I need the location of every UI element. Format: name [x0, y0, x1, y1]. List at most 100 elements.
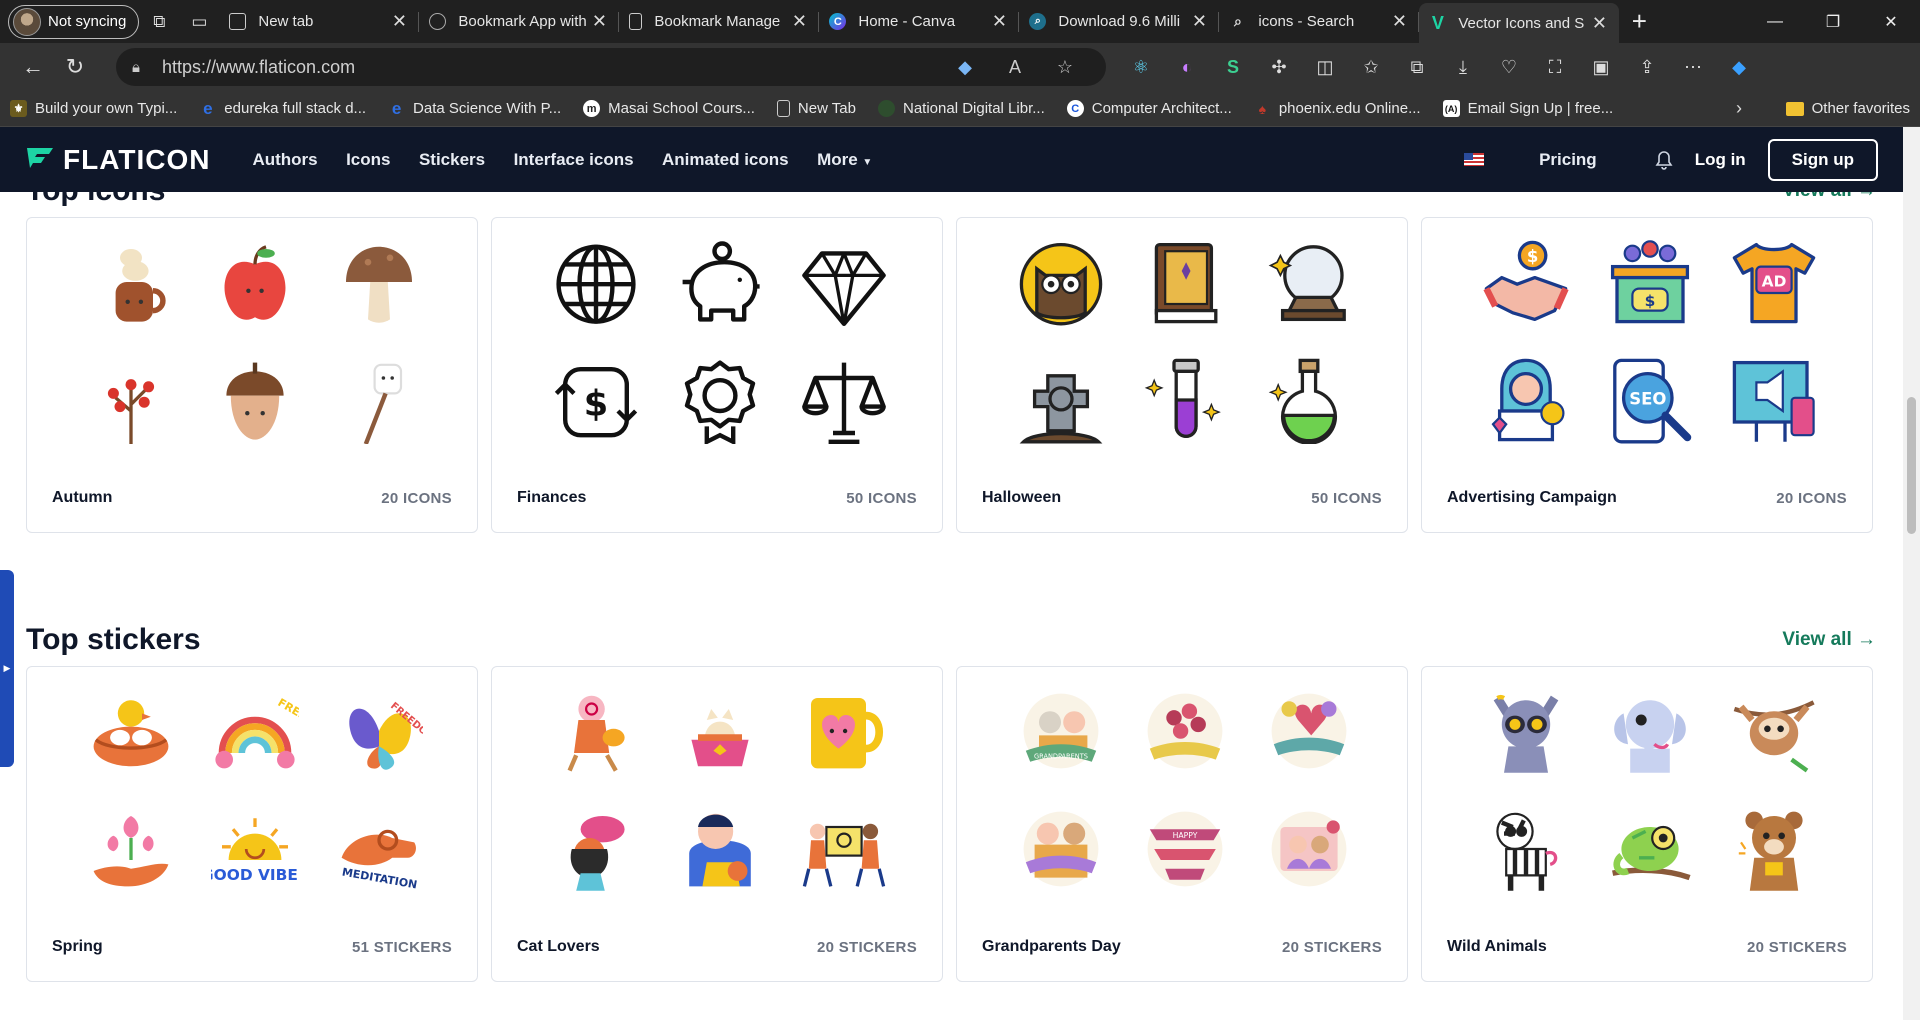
bookmark-item[interactable]: ♠ phoenix.edu Online...	[1254, 100, 1421, 117]
ndl-icon	[878, 100, 895, 117]
bookmark-item[interactable]: m Masai School Cours...	[583, 100, 755, 117]
close-window-icon[interactable]: ✕	[1862, 0, 1920, 43]
profile-button[interactable]: Not syncing	[8, 4, 140, 39]
bookmark-item[interactable]: New Tab	[776, 100, 856, 117]
nav-interface-icons[interactable]: Interface icons	[514, 150, 634, 169]
site-header: FLATICON Authors Icons Stickers Interfac…	[0, 127, 1903, 192]
favorite-star-icon[interactable]: ☆	[1040, 57, 1090, 78]
sticker-card-spring[interactable]: FRESH FREEDOM GOOD VIBES MEDITATION Spring 51…	[26, 666, 478, 982]
tab-icons-search[interactable]: ⌕ icons - Search ✕	[1219, 4, 1420, 40]
copilot-icon[interactable]: ◆	[1716, 48, 1762, 86]
bookmark-item[interactable]: e edureka full stack d...	[199, 99, 366, 118]
close-icon[interactable]: ✕	[1589, 13, 1609, 34]
scrollbar-thumb[interactable]	[1907, 397, 1916, 534]
tab-title: Vector Icons and S	[1458, 14, 1585, 32]
workspaces-icon[interactable]: ⧉	[139, 4, 179, 40]
login-link[interactable]: Log in	[1695, 150, 1746, 170]
profile-label: Not syncing	[48, 13, 127, 30]
extension-s-icon[interactable]: S	[1210, 48, 1256, 86]
extensions-icon[interactable]: ✣	[1256, 48, 1302, 86]
sticker-preview-grid	[1464, 687, 1834, 893]
bookmark-item[interactable]: e Data Science With P...	[388, 99, 561, 118]
bookmark-label: New Tab	[797, 100, 856, 117]
tab-title: icons - Search	[1258, 13, 1355, 30]
close-icon[interactable]: ✕	[389, 11, 409, 32]
signup-button[interactable]: Sign up	[1767, 138, 1878, 181]
refresh-icon[interactable]: ↻	[54, 48, 96, 86]
new-tab-icon	[229, 13, 247, 30]
close-icon[interactable]: ✕	[589, 11, 609, 32]
read-aloud-icon[interactable]: A	[990, 57, 1040, 78]
favorites-icon[interactable]: ✩	[1348, 48, 1394, 86]
browser-nav-bar: ← ↻ 🔒︎ https://www.flaticon.com ◆ A ☆ ⚛ …	[0, 43, 1920, 91]
card-footer: Halloween 50 ICONS	[982, 489, 1382, 507]
family-photo-icon	[1247, 805, 1371, 893]
tab-bookmark-manager[interactable]: Bookmark Manage ✕	[619, 4, 820, 40]
sticker-card-grandparents-day[interactable]: GRANDPARENTS HAPPY Grandparents Day 20 STIC…	[956, 666, 1408, 982]
bookmark-item[interactable]: (A) Email Sign Up | free...	[1442, 100, 1613, 117]
other-favorites[interactable]: Other favorites	[1785, 100, 1910, 117]
sidebar-icon[interactable]: ▣	[1578, 48, 1624, 86]
icon-card-advertising-campaign[interactable]: $ $ AD SEO Advertising Campaign 20 ICONS	[1421, 217, 1873, 533]
split-screen-icon[interactable]: ◫	[1302, 48, 1348, 86]
pricing-link[interactable]: Pricing	[1539, 150, 1597, 170]
logo-text: FLATICON	[63, 143, 211, 175]
spell-book-icon	[1123, 238, 1247, 326]
address-bar[interactable]: 🔒︎ https://www.flaticon.com ◆ A ☆	[116, 48, 1106, 86]
marshmallow-icon	[317, 356, 441, 444]
close-icon[interactable]: ✕	[989, 11, 1009, 32]
tab-flaticon[interactable]: V Vector Icons and S ✕	[1419, 3, 1620, 43]
share-icon[interactable]: ⇪	[1624, 48, 1670, 86]
side-panel-toggle[interactable]: ▶	[0, 570, 14, 767]
tab-download[interactable]: ⌕ Download 9.6 Milli ✕	[1019, 4, 1220, 40]
lock-icon[interactable]: 🔒︎	[132, 59, 162, 76]
tab-new-tab[interactable]: New tab ✕	[219, 4, 420, 40]
minimize-icon[interactable]: —	[1746, 0, 1804, 43]
downloads-icon[interactable]: ⤓	[1440, 48, 1486, 86]
extension-purple-icon[interactable]: ◐	[1164, 48, 1210, 86]
tab-canva[interactable]: C Home - Canva ✕	[819, 4, 1020, 40]
browser-tab-bar: Not syncing ⧉ ▭ New tab ✕ Bookmark App w…	[0, 0, 1920, 43]
back-icon[interactable]: ←	[12, 48, 54, 86]
restore-icon[interactable]: ❐	[1804, 0, 1862, 43]
sticker-card-wild-animals[interactable]: Wild Animals 20 STICKERS	[1421, 666, 1873, 982]
bookmark-item[interactable]: ⚜ Build your own Typi...	[10, 100, 177, 117]
new-tab-button[interactable]: +	[1619, 6, 1659, 37]
card-footer: Cat Lovers 20 STICKERS	[517, 938, 917, 956]
bookmark-item[interactable]: National Digital Libr...	[878, 100, 1045, 117]
close-icon[interactable]: ✕	[1389, 11, 1409, 32]
potion-flask-icon	[1247, 356, 1371, 444]
more-menu-icon[interactable]: ⋯	[1670, 48, 1716, 86]
icon-card-halloween[interactable]: Halloween 50 ICONS	[956, 217, 1408, 533]
svg-text:HAPPY: HAPPY	[1173, 831, 1198, 840]
screenshot-icon[interactable]: ⛶	[1532, 48, 1578, 86]
nav-stickers[interactable]: Stickers	[419, 150, 485, 169]
avatar	[13, 7, 41, 36]
us-flag-icon[interactable]	[1464, 153, 1485, 166]
bookmark-item[interactable]: C Computer Architect...	[1066, 100, 1232, 117]
view-all-link[interactable]: View all →	[1782, 629, 1876, 651]
page-viewport: FLATICON Authors Icons Stickers Interfac…	[0, 127, 1920, 1020]
vertical-tabs-icon[interactable]: ▭	[179, 4, 219, 40]
nav-icons[interactable]: Icons	[346, 150, 390, 169]
bell-icon[interactable]	[1655, 150, 1673, 170]
flaticon-logo[interactable]: FLATICON	[25, 144, 210, 176]
scrollbar[interactable]	[1903, 127, 1920, 1020]
icon-card-finances[interactable]: $ Finances 50 ICONS	[491, 217, 943, 533]
icon-card-autumn[interactable]: Autumn 20 ICONS	[26, 217, 478, 533]
react-devtools-icon[interactable]: ⚛	[1118, 48, 1164, 86]
nav-authors[interactable]: Authors	[252, 150, 317, 169]
sticker-card-cat-lovers[interactable]: Cat Lovers 20 STICKERS	[491, 666, 943, 982]
close-icon[interactable]: ✕	[1189, 11, 1209, 32]
tab-bookmark-app[interactable]: Bookmark App with ✕	[419, 4, 620, 40]
close-icon[interactable]: ✕	[789, 11, 809, 32]
collections-icon[interactable]: ⧉	[1394, 48, 1440, 86]
coupon-tag-icon[interactable]: ◆	[940, 57, 990, 78]
nav-more[interactable]: More ▼	[817, 150, 872, 169]
chevron-right-icon[interactable]: ›	[1736, 98, 1742, 119]
toolbar: ⚛ ◐ S ✣ ◫ ✩ ⧉ ⤓ ♡ ⛶ ▣ ⇪ ⋯ ◆	[1118, 48, 1762, 86]
nav-animated-icons[interactable]: Animated icons	[662, 150, 789, 169]
section-title: Top stickers	[26, 623, 201, 656]
tab-title: Bookmark App with	[458, 13, 587, 30]
browser-essentials-icon[interactable]: ♡	[1486, 48, 1532, 86]
